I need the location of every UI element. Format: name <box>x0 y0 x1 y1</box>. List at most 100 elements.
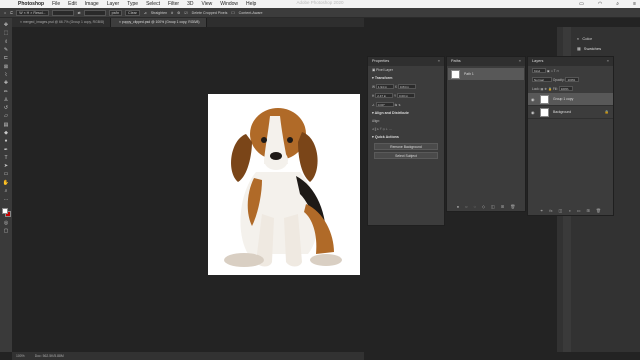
paths-header[interactable]: Paths ≡ <box>447 57 525 66</box>
filter-shape-icon[interactable]: ▭ <box>556 69 559 73</box>
layers-header[interactable]: Layers ≡ <box>528 57 613 66</box>
history-brush-tool-icon[interactable]: ↺ <box>3 105 10 111</box>
fill-input[interactable]: 100% <box>558 86 573 91</box>
panel-menu-icon[interactable]: ≡ <box>519 57 521 66</box>
shape-tool-icon[interactable]: ▭ <box>3 171 10 177</box>
stamp-tool-icon[interactable]: ♙ <box>3 97 10 103</box>
quick-actions-section[interactable]: ▾ Quick Actions <box>368 133 444 141</box>
panel-menu-icon[interactable]: ≡ <box>607 57 609 66</box>
unit-select[interactable]: px/in <box>108 9 123 16</box>
align-middle-icon[interactable]: ⊝ <box>383 127 385 131</box>
hand-tool-icon[interactable]: ✋ <box>3 180 10 186</box>
fx-icon[interactable]: fx <box>549 208 552 213</box>
kind-select[interactable]: Kind <box>532 68 546 73</box>
home-icon[interactable]: ⌂ <box>4 11 6 15</box>
zoom-level[interactable]: 100% <box>16 354 25 358</box>
blend-mode-select[interactable]: Normal <box>532 77 552 82</box>
healing-tool-icon[interactable]: ✚ <box>3 80 10 86</box>
quick-select-tool-icon[interactable]: ✎ <box>3 47 10 53</box>
delete-layer-icon[interactable]: 🗑 <box>596 208 601 213</box>
fill-path-icon[interactable]: ● <box>457 204 459 209</box>
gradient-tool-icon[interactable]: ▤ <box>3 122 10 128</box>
properties-header[interactable]: Properties ≡ <box>368 57 444 66</box>
add-mask-icon[interactable]: ◫ <box>491 204 495 209</box>
load-selection-icon[interactable]: ◌ <box>474 204 476 209</box>
doc-tab[interactable]: × merged_images.psd @ 66.7% (Group 1 cop… <box>12 18 111 27</box>
straighten-icon[interactable]: ⊿ <box>144 11 147 15</box>
lock-position-icon[interactable]: ✥ <box>544 87 547 91</box>
select-subject-button[interactable]: Select Subject <box>374 152 438 159</box>
opacity-input[interactable]: 100% <box>565 77 580 82</box>
flip-vertical-icon[interactable]: ⇅ <box>398 103 401 107</box>
swatches-panel-tab[interactable]: ▦ Swatches <box>577 43 633 53</box>
align-section[interactable]: ▾ Align and Distribute <box>368 109 444 117</box>
y-input[interactable]: 0.00 in <box>396 93 415 98</box>
dodge-tool-icon[interactable]: ● <box>3 138 10 144</box>
x-input[interactable]: 0.84 in <box>397 84 416 89</box>
visibility-eye-icon[interactable]: ◉ <box>531 97 536 102</box>
ratio-select[interactable]: W × H × Resol... <box>16 9 49 16</box>
width-field[interactable] <box>51 9 74 16</box>
height-input[interactable]: 2.47 in <box>375 93 394 98</box>
new-path-icon[interactable]: ⊞ <box>501 204 504 209</box>
straighten-label[interactable]: Straighten <box>151 11 167 15</box>
new-group-icon[interactable]: ▭ <box>577 208 581 213</box>
align-right-icon[interactable]: ⫸ <box>377 127 379 131</box>
clear-button[interactable]: Clear <box>125 9 140 16</box>
color-swatches[interactable] <box>1 207 11 218</box>
doc-tab-active[interactable]: × puppy_clipped.psd @ 100% (Group 1 copy… <box>110 18 207 27</box>
make-path-icon[interactable]: ◇ <box>482 204 485 209</box>
remove-background-button[interactable]: Remove Background <box>374 143 438 150</box>
document-canvas[interactable] <box>208 94 360 275</box>
eyedropper-tool-icon[interactable]: ⌇ <box>3 72 10 78</box>
marquee-tool-icon[interactable]: ⬚ <box>3 30 10 36</box>
stroke-path-icon[interactable]: ○ <box>465 204 467 209</box>
link-layers-icon[interactable]: ⚭ <box>540 208 543 213</box>
align-center-icon[interactable]: ⫼ <box>375 127 376 131</box>
add-mask-icon[interactable]: ◫ <box>559 208 563 213</box>
filter-pixel-icon[interactable]: ▣ <box>547 69 550 73</box>
doc-size[interactable]: Doc: 562.5K/5.88M <box>35 354 64 358</box>
close-icon[interactable]: × <box>20 20 22 24</box>
align-left-icon[interactable]: ⫷ <box>372 127 374 131</box>
more-options-icon[interactable]: … <box>389 127 392 131</box>
delete-path-icon[interactable]: 🗑 <box>510 204 515 209</box>
align-bottom-icon[interactable]: ⊥ <box>386 127 388 131</box>
foreground-color[interactable] <box>1 207 8 214</box>
brush-tool-icon[interactable]: ✏ <box>3 88 10 95</box>
eraser-tool-icon[interactable]: ▱ <box>3 113 10 119</box>
type-tool-icon[interactable]: T <box>3 155 10 161</box>
width-input[interactable]: 1.94 in <box>375 84 394 89</box>
lock-icon[interactable]: 🔒 <box>605 110 609 114</box>
swap-icon[interactable]: ⇄ <box>78 11 81 15</box>
panel-menu-icon[interactable]: ≡ <box>438 57 440 66</box>
transform-section[interactable]: ▾ Transform <box>368 74 444 82</box>
path-select-tool-icon[interactable]: ➤ <box>3 163 10 169</box>
close-icon[interactable]: × <box>119 20 121 24</box>
quick-mask-icon[interactable]: ◎ <box>3 220 10 226</box>
move-tool-icon[interactable]: ✥ <box>3 22 10 28</box>
angle-input[interactable]: 0.00° <box>375 102 394 107</box>
color-panel-tab[interactable]: ◐ Color <box>577 33 633 43</box>
screen-mode-icon[interactable]: ▢ <box>3 228 10 234</box>
delete-cropped-checkbox[interactable]: ☑ <box>184 11 187 15</box>
content-aware-checkbox[interactable]: ☐ <box>231 11 234 15</box>
zoom-tool-icon[interactable]: ⌕ <box>3 188 10 194</box>
crop-tool-icon[interactable]: ⊏ <box>3 55 10 61</box>
grid-overlay-icon[interactable]: # <box>171 11 173 15</box>
align-top-icon[interactable]: ⊤ <box>380 127 382 131</box>
adjustment-layer-icon[interactable]: ◑ <box>568 208 570 213</box>
lock-all-icon[interactable]: 🔒 <box>548 87 552 91</box>
layer-row[interactable]: ◉ Background 🔒 <box>528 106 613 119</box>
visibility-eye-icon[interactable]: ◉ <box>531 110 536 115</box>
settings-icon[interactable]: ⚙ <box>177 11 180 15</box>
lasso-tool-icon[interactable]: ℓ <box>3 39 10 45</box>
more-tools-icon[interactable]: … <box>3 196 10 202</box>
layer-row[interactable]: ◉ Group 1 copy <box>528 93 613 106</box>
crop-tool-icon[interactable]: ⊏ <box>10 11 13 15</box>
filter-adjust-icon[interactable]: ◑ <box>551 69 553 73</box>
pen-tool-icon[interactable]: ✒ <box>3 146 10 153</box>
flip-icon[interactable]: ⇋ <box>395 103 398 107</box>
path-row[interactable]: Path 1 <box>448 68 524 80</box>
frame-tool-icon[interactable]: ⊠ <box>3 63 10 70</box>
